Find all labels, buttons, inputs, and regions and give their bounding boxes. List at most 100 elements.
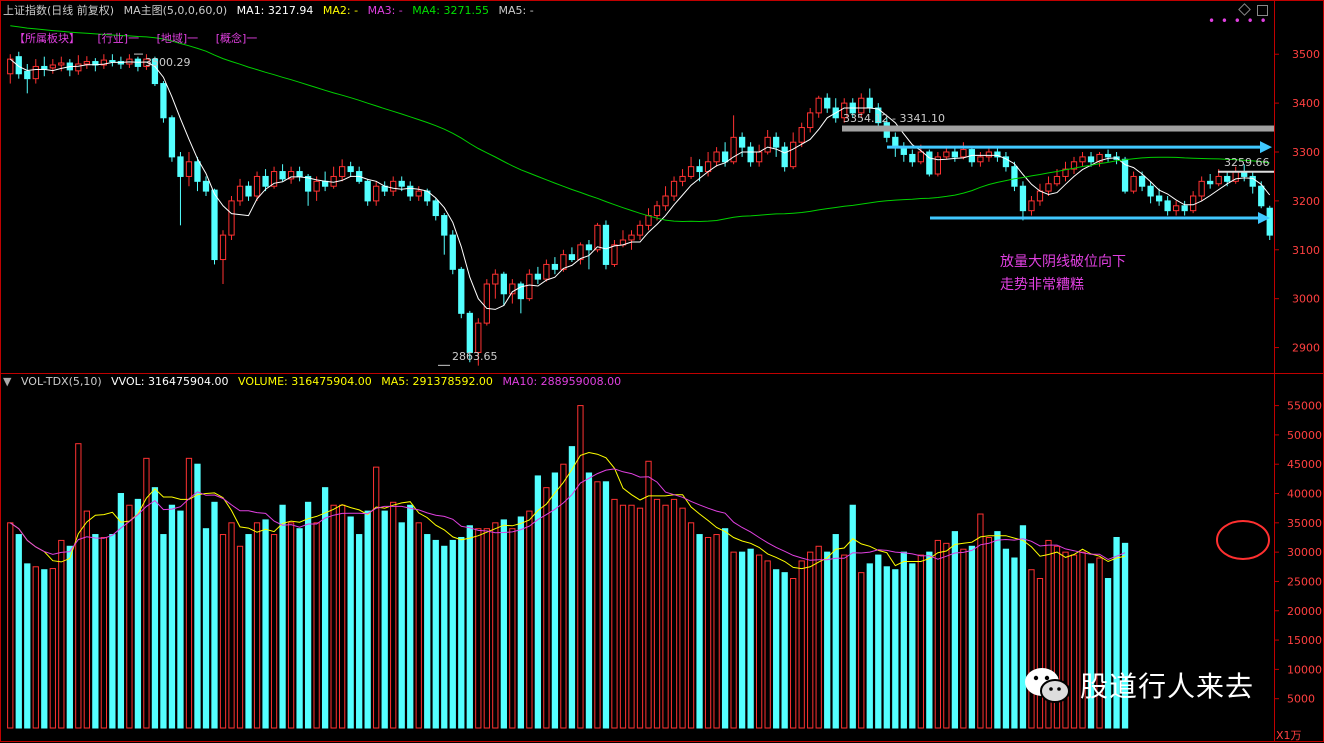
- volume-bar-down: [134, 498, 142, 729]
- candle-up: [415, 190, 422, 197]
- candle-up: [219, 234, 227, 261]
- volume-bar-up: [704, 536, 712, 729]
- candle-down: [551, 263, 559, 270]
- candle-down: [1138, 175, 1146, 187]
- volume-tick-label: 40000: [1287, 488, 1322, 501]
- wechat-icon: [1025, 668, 1070, 703]
- vvol-value: VVOL: 316475904.00: [111, 375, 229, 388]
- volume-tick-label: 15000: [1287, 634, 1322, 647]
- candle-down: [747, 146, 754, 163]
- ma5-value: MA5: -: [498, 4, 534, 17]
- candle-down: [177, 156, 184, 177]
- volume-bar-up: [764, 560, 771, 729]
- candle-down: [441, 215, 448, 236]
- volume-bar-up: [58, 539, 65, 729]
- candle-down: [773, 136, 780, 148]
- low-price-label: 2863.65: [452, 350, 498, 363]
- volume-bar-up: [730, 551, 737, 729]
- price-tick-label: 3300: [1292, 146, 1320, 159]
- volume-bar-down: [304, 501, 312, 729]
- comment-line-1: 放量大阴线破位向下: [1000, 254, 1126, 270]
- volume-bar-up: [611, 498, 618, 729]
- sector-tab-region[interactable]: [地域]一: [157, 32, 199, 45]
- more-icon[interactable]: • • • • •: [1208, 14, 1268, 28]
- candle-up: [185, 161, 193, 177]
- candle-down: [1011, 166, 1018, 187]
- candle-down: [109, 60, 116, 63]
- price-tick-label: 3000: [1292, 293, 1320, 306]
- comment-line-2: 走势非常糟糕: [1000, 277, 1084, 293]
- volume-bar-down: [458, 536, 465, 729]
- candle-up: [1079, 156, 1086, 163]
- price-header: 上证指数(日线 前复权) MA主图(5,0,0,60,0) MA1: 3217.…: [3, 4, 540, 18]
- volume-bar-down: [441, 545, 448, 729]
- candle-down: [926, 151, 933, 175]
- volume-bar-down: [92, 534, 99, 729]
- volume-bar-up: [798, 560, 805, 729]
- volume-bar-up: [687, 522, 695, 729]
- candle-up: [492, 273, 499, 285]
- candle-down: [534, 273, 542, 280]
- candle-up: [543, 263, 550, 280]
- maximize-icon[interactable]: [1257, 5, 1268, 16]
- sector-tab-main[interactable]: 【所属板块】: [14, 32, 80, 45]
- candle-up: [577, 244, 584, 261]
- level-label: 3259.66: [1224, 156, 1270, 169]
- high-price-label: 3500.29: [145, 56, 191, 69]
- price-tick-label: 3400: [1292, 97, 1320, 110]
- candle-up: [636, 224, 644, 236]
- volume-bar-up: [943, 542, 950, 729]
- candle-down: [160, 83, 167, 119]
- collapse-icon[interactable]: ▼: [3, 375, 11, 388]
- chart-title: 上证指数(日线 前复权): [3, 4, 115, 17]
- candle-down: [1266, 207, 1273, 236]
- unit-label: X1万: [1276, 729, 1302, 742]
- candle-up: [756, 151, 763, 163]
- volume-tick-label: 50000: [1287, 429, 1322, 442]
- candle-up: [373, 185, 380, 202]
- candle-down: [1224, 175, 1231, 182]
- candle-down: [458, 268, 465, 314]
- volume-bar-up: [313, 522, 320, 729]
- volume-bar-up: [509, 528, 516, 729]
- candle-down: [202, 180, 210, 192]
- resistance-band: [842, 125, 1274, 132]
- volume-tick-label: 20000: [1287, 605, 1322, 618]
- candle-up: [764, 136, 771, 153]
- volume-bar-down: [381, 510, 388, 729]
- volume-bar-down: [202, 528, 210, 729]
- volume-bar-up: [219, 534, 227, 729]
- ma4-value: MA4: 3271.55: [412, 4, 489, 17]
- volume-bar-down: [1104, 578, 1112, 729]
- candle-down: [951, 151, 959, 158]
- candle-up: [687, 166, 695, 177]
- candle-up: [83, 61, 90, 65]
- candle-up: [483, 283, 490, 324]
- volume-bar-up: [100, 536, 108, 729]
- volume-bar-down: [279, 504, 286, 729]
- volume-bar-up: [670, 498, 678, 729]
- sector-tab-industry[interactable]: [行业]一: [98, 32, 140, 45]
- volume-bar-up: [679, 507, 686, 729]
- volume-bar-down: [781, 572, 788, 729]
- candle-down: [296, 171, 303, 177]
- volume-bar-down: [15, 534, 22, 729]
- candle-down: [568, 254, 576, 261]
- candle-up: [1172, 205, 1180, 212]
- volume-ma5-value: MA5: 291378592.00: [381, 375, 493, 388]
- volume-bar-down: [262, 519, 269, 729]
- sector-tab-concept[interactable]: [概念]一: [216, 32, 258, 45]
- volume-bar-up: [270, 534, 278, 729]
- candle-down: [466, 312, 473, 353]
- candle-down: [194, 161, 201, 182]
- candle-down: [347, 166, 354, 173]
- volume-bar-down: [738, 551, 746, 729]
- volume-bar-down: [909, 563, 916, 729]
- candle-down: [585, 244, 593, 251]
- candle-up: [798, 127, 805, 143]
- volume-bar-up: [483, 528, 490, 729]
- volume-header: ▼ VOL-TDX(5,10) VVOL: 316475904.00 VOLUM…: [3, 375, 627, 389]
- candle-down: [1019, 185, 1027, 212]
- candle-down: [449, 234, 456, 270]
- candle-up: [7, 58, 14, 75]
